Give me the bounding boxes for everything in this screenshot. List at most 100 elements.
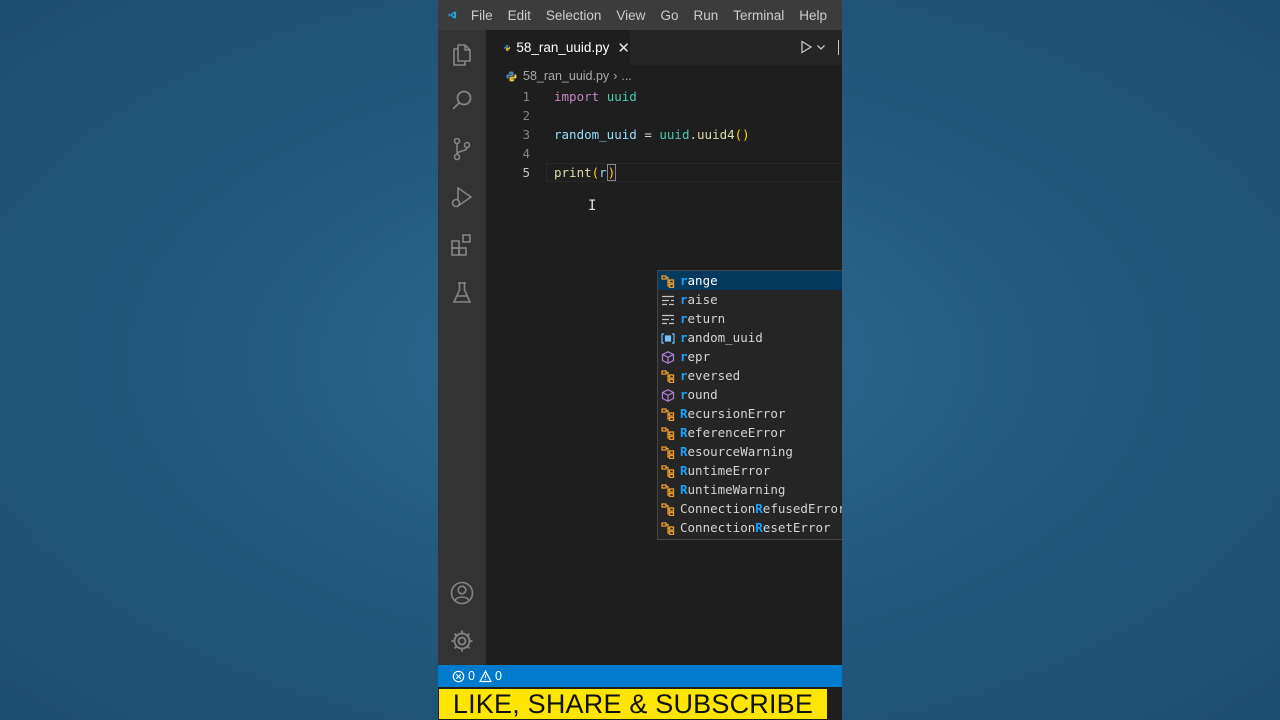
suggestion-label: ReferenceError — [680, 423, 785, 442]
suggestion-item[interactable]: ResourceWarning — [658, 442, 842, 461]
suggestion-match: r — [680, 273, 688, 288]
menu-view[interactable]: View — [616, 8, 645, 23]
line-number-active: 5 — [522, 165, 530, 180]
suggestion-item[interactable]: ConnectionRefusedError — [658, 499, 842, 518]
suggestion-item[interactable]: RuntimeWarning — [658, 480, 842, 499]
breadcrumb-more[interactable]: ... — [621, 69, 631, 83]
extensions-icon[interactable] — [449, 232, 475, 258]
code-line-2: 2 — [486, 106, 842, 125]
suggestion-match: r — [680, 387, 688, 402]
suggestion-prefix: Connection — [680, 520, 756, 535]
search-icon[interactable] — [449, 88, 475, 114]
suggestion-rest: epr — [687, 349, 711, 364]
suggestion-item[interactable]: RuntimeError — [658, 461, 842, 480]
suggestion-label: ConnectionResetError — [680, 518, 831, 537]
menu-edit[interactable]: Edit — [508, 8, 531, 23]
suggestion-label: return — [680, 309, 725, 328]
problems-indicator[interactable]: 0 0 — [452, 669, 506, 683]
warning-count: 0 — [494, 669, 502, 683]
suggestion-rest: ange — [687, 273, 718, 288]
function-kind-icon — [661, 350, 675, 364]
suggestion-item[interactable]: ConnectionResetError — [658, 518, 842, 537]
subscribe-banner: LIKE, SHARE & SUBSCRIBE — [439, 689, 827, 719]
suggestion-item[interactable]: return — [658, 309, 842, 328]
call-parens: () — [734, 127, 750, 142]
suggestion-item[interactable]: random_uuid — [658, 328, 842, 347]
python-file-icon — [506, 70, 517, 82]
class-kind-icon — [661, 445, 675, 460]
mouse-ibeam-cursor: I — [588, 198, 597, 214]
suggestion-item[interactable]: raise — [658, 290, 842, 309]
class-kind-icon — [661, 483, 675, 498]
suggestion-match: r — [680, 349, 688, 364]
source-control-icon[interactable] — [449, 136, 475, 162]
status-bar: 0 0 — [438, 665, 842, 687]
suggestion-rest: untimeWarning — [687, 482, 786, 497]
menu-help[interactable]: Help — [799, 8, 827, 23]
suggestion-rest: eturn — [687, 311, 726, 326]
menu-selection[interactable]: Selection — [546, 8, 602, 23]
suggestion-item[interactable]: repr — [658, 347, 842, 366]
autocomplete-suggestions[interactable]: range raise return random_uuid repr reversed r… — [657, 270, 842, 540]
suggestion-rest: ound — [687, 387, 718, 402]
variable-kind-icon — [661, 331, 675, 344]
suggestion-item[interactable]: round — [658, 385, 842, 404]
suggestion-rest: esetError — [762, 520, 831, 535]
line-number: 4 — [522, 146, 530, 161]
suggestion-item[interactable]: range — [658, 271, 842, 290]
run-python-file-icon[interactable] — [799, 40, 813, 54]
suggestion-match: r — [680, 311, 688, 326]
suggestion-label: RuntimeError — [680, 461, 770, 480]
tab-close-icon[interactable]: ✕ — [617, 39, 630, 57]
account-icon[interactable] — [449, 580, 475, 606]
tab-58-ran-uuid[interactable]: 58_ran_uuid.py ✕ — [486, 30, 630, 65]
chevron-down-icon[interactable] — [816, 42, 826, 52]
keyword-import: import — [554, 89, 600, 104]
function-kind-icon — [661, 388, 675, 402]
suggestion-label: ConnectionRefusedError — [680, 499, 842, 518]
code-line-4: 4 — [486, 144, 842, 163]
suggestion-match: r — [680, 292, 688, 307]
line-number: 1 — [522, 89, 530, 104]
keyword-kind-icon — [661, 312, 675, 325]
suggestion-item[interactable]: reversed — [658, 366, 842, 385]
suggestion-match: R — [755, 520, 763, 535]
menu-run[interactable]: Run — [693, 8, 718, 23]
suggestion-label: repr — [680, 347, 710, 366]
breadcrumb-file[interactable]: 58_ran_uuid.py — [523, 69, 609, 83]
suggestion-match: R — [755, 501, 763, 516]
suggestion-match: R — [680, 463, 688, 478]
suggestion-label: raise — [680, 290, 718, 309]
suggestion-match: R — [680, 482, 688, 497]
settings-gear-icon[interactable] — [449, 628, 475, 654]
function-uuid4: uuid4 — [697, 127, 735, 142]
line-number: 2 — [522, 108, 530, 123]
chevron-right-icon: › — [613, 69, 618, 83]
suggestion-match: r — [680, 330, 688, 345]
class-kind-icon — [661, 426, 675, 441]
menu-terminal[interactable]: Terminal — [733, 8, 784, 23]
function-print: print — [554, 165, 592, 180]
class-kind-icon — [661, 502, 675, 517]
suggestion-match: r — [680, 368, 688, 383]
suggestion-match: R — [680, 444, 688, 459]
operator-assign: = — [636, 127, 660, 142]
suggestion-rest: eversed — [687, 368, 741, 383]
suggestion-item[interactable]: ReferenceError — [658, 423, 842, 442]
explorer-icon[interactable] — [449, 40, 475, 66]
suggestion-match: R — [680, 406, 688, 421]
testing-icon[interactable] — [449, 280, 475, 306]
menu-bar: File Edit Selection View Go Run Terminal… — [438, 0, 842, 30]
module-uuid: uuid — [606, 89, 637, 104]
code-editor[interactable]: 1 import uuid 2 3 random_uuid = uuid.uui… — [486, 87, 842, 665]
suggestion-rest: efusedError — [762, 501, 842, 516]
class-kind-icon — [661, 464, 675, 479]
dot: . — [689, 127, 698, 142]
suggestion-item[interactable]: RecursionError — [658, 404, 842, 423]
menu-file[interactable]: File — [471, 8, 493, 23]
split-editor-icon[interactable] — [838, 40, 842, 55]
run-debug-icon[interactable] — [449, 184, 475, 210]
suggestion-label: RecursionError — [680, 404, 785, 423]
suggestion-rest: andom_uuid — [687, 330, 763, 345]
menu-go[interactable]: Go — [660, 8, 678, 23]
